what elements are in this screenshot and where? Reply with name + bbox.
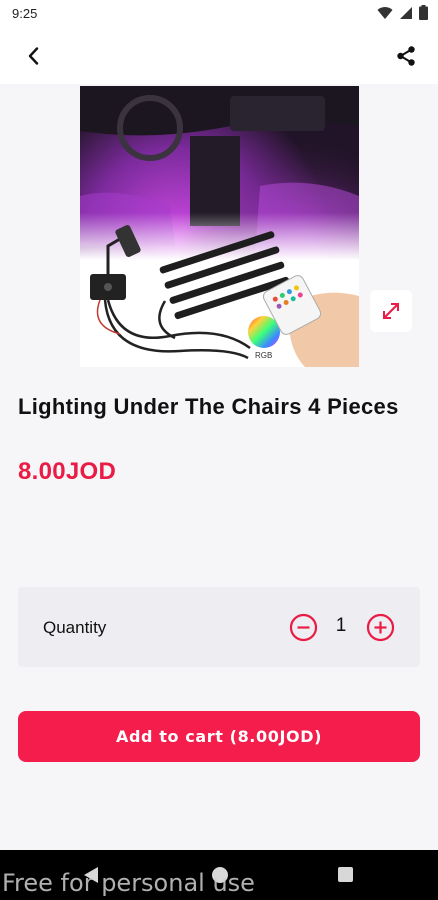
quantity-selector: Quantity 1 <box>18 587 420 667</box>
signal-icon <box>400 6 412 19</box>
system-nav-bar <box>0 850 438 900</box>
quantity-label: Quantity <box>43 618 107 637</box>
rgb-badge: RGB <box>255 351 272 360</box>
add-to-cart-button[interactable]: Add to cart (8.00JOD) <box>18 711 420 762</box>
product-price: 8.00JOD <box>18 458 117 485</box>
product-photo[interactable]: RGB <box>80 86 359 367</box>
status-bar: 9:25 <box>0 0 438 28</box>
expand-image-button[interactable] <box>370 290 412 332</box>
share-icon <box>397 46 415 66</box>
wifi-icon <box>377 6 393 19</box>
product-details: RGB Lighting Under The Chairs 4 Pieces 8… <box>0 84 438 850</box>
nav-back-icon[interactable] <box>83 866 99 884</box>
back-button[interactable] <box>18 40 50 72</box>
status-icons <box>377 5 428 20</box>
battery-icon <box>419 5 428 20</box>
status-time: 9:25 <box>12 6 38 21</box>
minus-circle-icon[interactable] <box>289 613 318 642</box>
nav-home-icon[interactable] <box>211 866 229 884</box>
plus-circle-icon[interactable] <box>366 613 395 642</box>
back-arrow-icon <box>28 47 39 65</box>
expand-icon <box>383 303 399 319</box>
quantity-value: 1 <box>335 615 347 636</box>
product-title: Lighting Under The Chairs 4 Pieces <box>18 394 399 419</box>
nav-recents-icon[interactable] <box>338 867 353 882</box>
app-bar <box>0 28 438 84</box>
share-button[interactable] <box>390 40 422 72</box>
